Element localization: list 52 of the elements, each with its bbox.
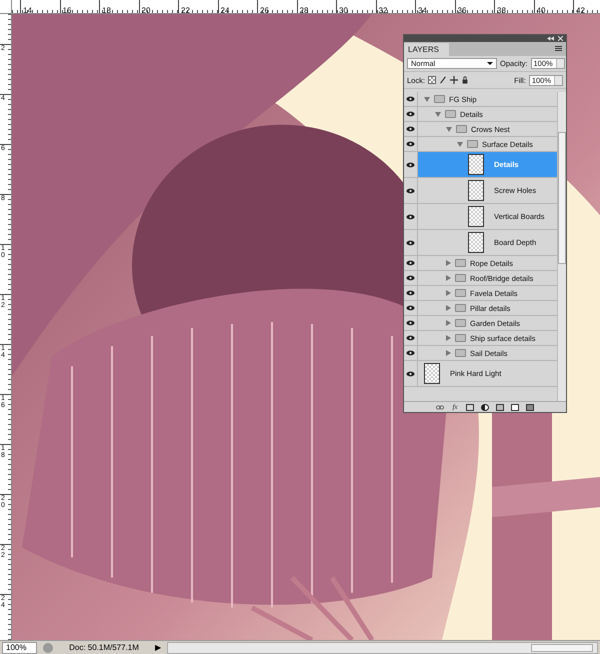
ruler-number: 36 (456, 6, 466, 13)
transparent-thumbnail (424, 363, 440, 384)
eye-icon[interactable] (404, 230, 418, 255)
transparent-thumbnail (468, 232, 484, 253)
ruler-number: 30 (338, 6, 348, 13)
move-icon[interactable] (450, 76, 458, 84)
menu-icon[interactable] (555, 46, 562, 51)
eye-icon[interactable] (404, 286, 418, 300)
eye-icon[interactable] (404, 204, 418, 229)
ruler-number: 14 (22, 6, 32, 13)
ruler-number: 42 (575, 6, 585, 13)
ruler-number: 16 (62, 6, 72, 13)
eye-icon[interactable] (404, 256, 418, 270)
scrollbar[interactable] (167, 642, 598, 654)
ruler-number: 40 (536, 6, 546, 13)
ruler-number: 22 (180, 6, 190, 13)
brush-icon[interactable] (438, 76, 447, 84)
eye-icon[interactable] (404, 92, 418, 106)
eye-icon[interactable] (404, 178, 418, 203)
layers-tab[interactable]: LAYERS (404, 43, 449, 56)
caret-icon (487, 62, 493, 65)
eye-icon[interactable] (404, 301, 418, 315)
ruler-number: 32 (378, 6, 388, 13)
eye-icon[interactable] (404, 316, 418, 330)
link-icon[interactable] (436, 404, 444, 410)
eye-icon[interactable] (404, 361, 418, 386)
eye-icon[interactable] (404, 122, 418, 136)
zoom-field[interactable]: 100% (2, 642, 37, 654)
status-menu-button[interactable]: ▶ (155, 643, 161, 652)
half-circle-icon[interactable] (481, 404, 489, 410)
transparent-thumbnail (468, 154, 484, 175)
ruler-number: 34 (417, 6, 427, 13)
eye-icon[interactable] (404, 331, 418, 345)
new-page-icon[interactable] (511, 404, 519, 410)
padlock-icon[interactable] (460, 76, 469, 84)
eye-icon[interactable] (404, 271, 418, 285)
ruler-number: 28 (298, 6, 308, 13)
transparent-thumbnail (468, 206, 484, 227)
ruler-number: 18 (101, 6, 111, 13)
ruler-number: 38 (496, 6, 506, 13)
close-icon[interactable] (558, 36, 563, 41)
document-size-text: Doc: 50.1M/577.1M (68, 643, 140, 652)
eye-icon[interactable] (404, 346, 418, 360)
scrollbar[interactable] (557, 92, 566, 401)
checkerboard-icon[interactable] (428, 76, 436, 84)
transparent-thumbnail (468, 180, 484, 201)
eye-icon[interactable] (404, 137, 418, 151)
ruler-number: 20 (140, 6, 150, 13)
ruler-number: 26 (259, 6, 269, 13)
mask-icon[interactable] (466, 404, 474, 410)
eye-icon[interactable] (404, 107, 418, 121)
ruler-number: 24 (220, 6, 230, 13)
